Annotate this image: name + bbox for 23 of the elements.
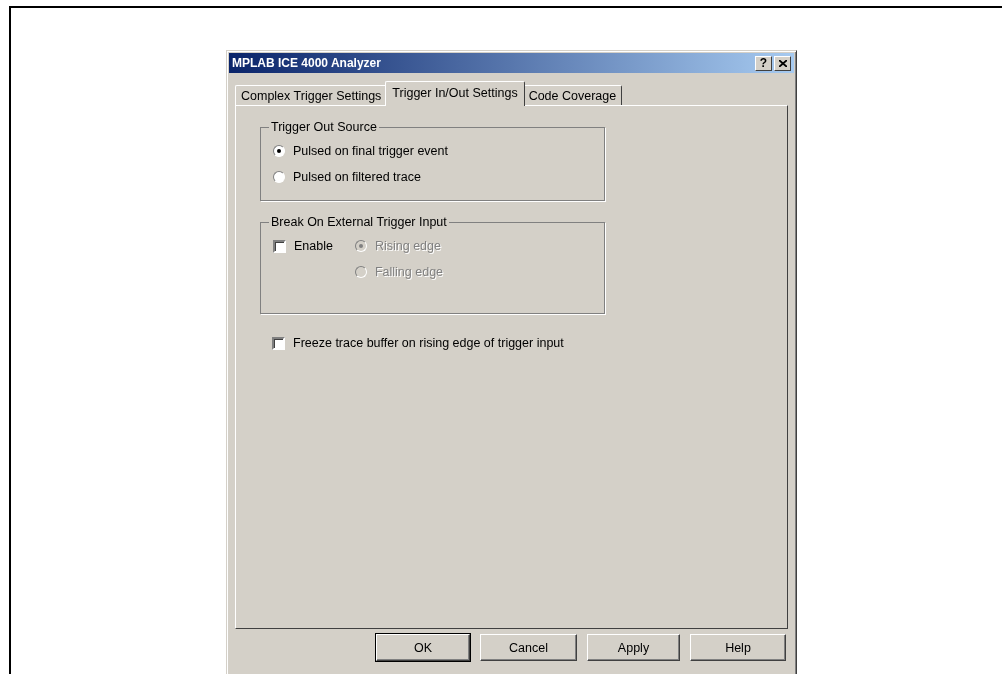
tab[interactable]: Code Coverage xyxy=(522,85,623,105)
dialog-button[interactable]: Apply xyxy=(587,634,680,661)
window-title: MPLAB ICE 4000 Analyzer xyxy=(232,56,381,70)
checkbox[interactable] xyxy=(272,336,285,350)
tab[interactable]: Complex Trigger Settings xyxy=(235,85,388,105)
option-label: Falling edge xyxy=(374,265,444,279)
option-label: Rising edge xyxy=(374,239,441,253)
close-button[interactable] xyxy=(774,55,791,71)
help-button[interactable]: ? xyxy=(755,55,772,71)
option-label: Pulsed on final trigger event xyxy=(293,144,448,158)
close-icon xyxy=(778,59,787,67)
option-label: Enable xyxy=(294,239,333,253)
checkbox[interactable] xyxy=(273,239,286,253)
tab[interactable]: Trigger In/Out Settings xyxy=(385,81,525,106)
option-label: Freeze trace buffer on rising edge of trigger input xyxy=(293,336,564,350)
dialog-button[interactable]: Cancel xyxy=(480,634,577,661)
radio-button[interactable] xyxy=(273,171,285,183)
group-title: Break On External Trigger Input xyxy=(270,215,448,229)
option-label: Pulsed on filtered trace xyxy=(293,170,421,184)
dialog-button[interactable]: OK xyxy=(376,634,470,661)
radio-button[interactable] xyxy=(273,145,285,157)
group-title: Trigger Out Source xyxy=(270,120,378,134)
dialog-button[interactable]: Help xyxy=(690,634,786,661)
